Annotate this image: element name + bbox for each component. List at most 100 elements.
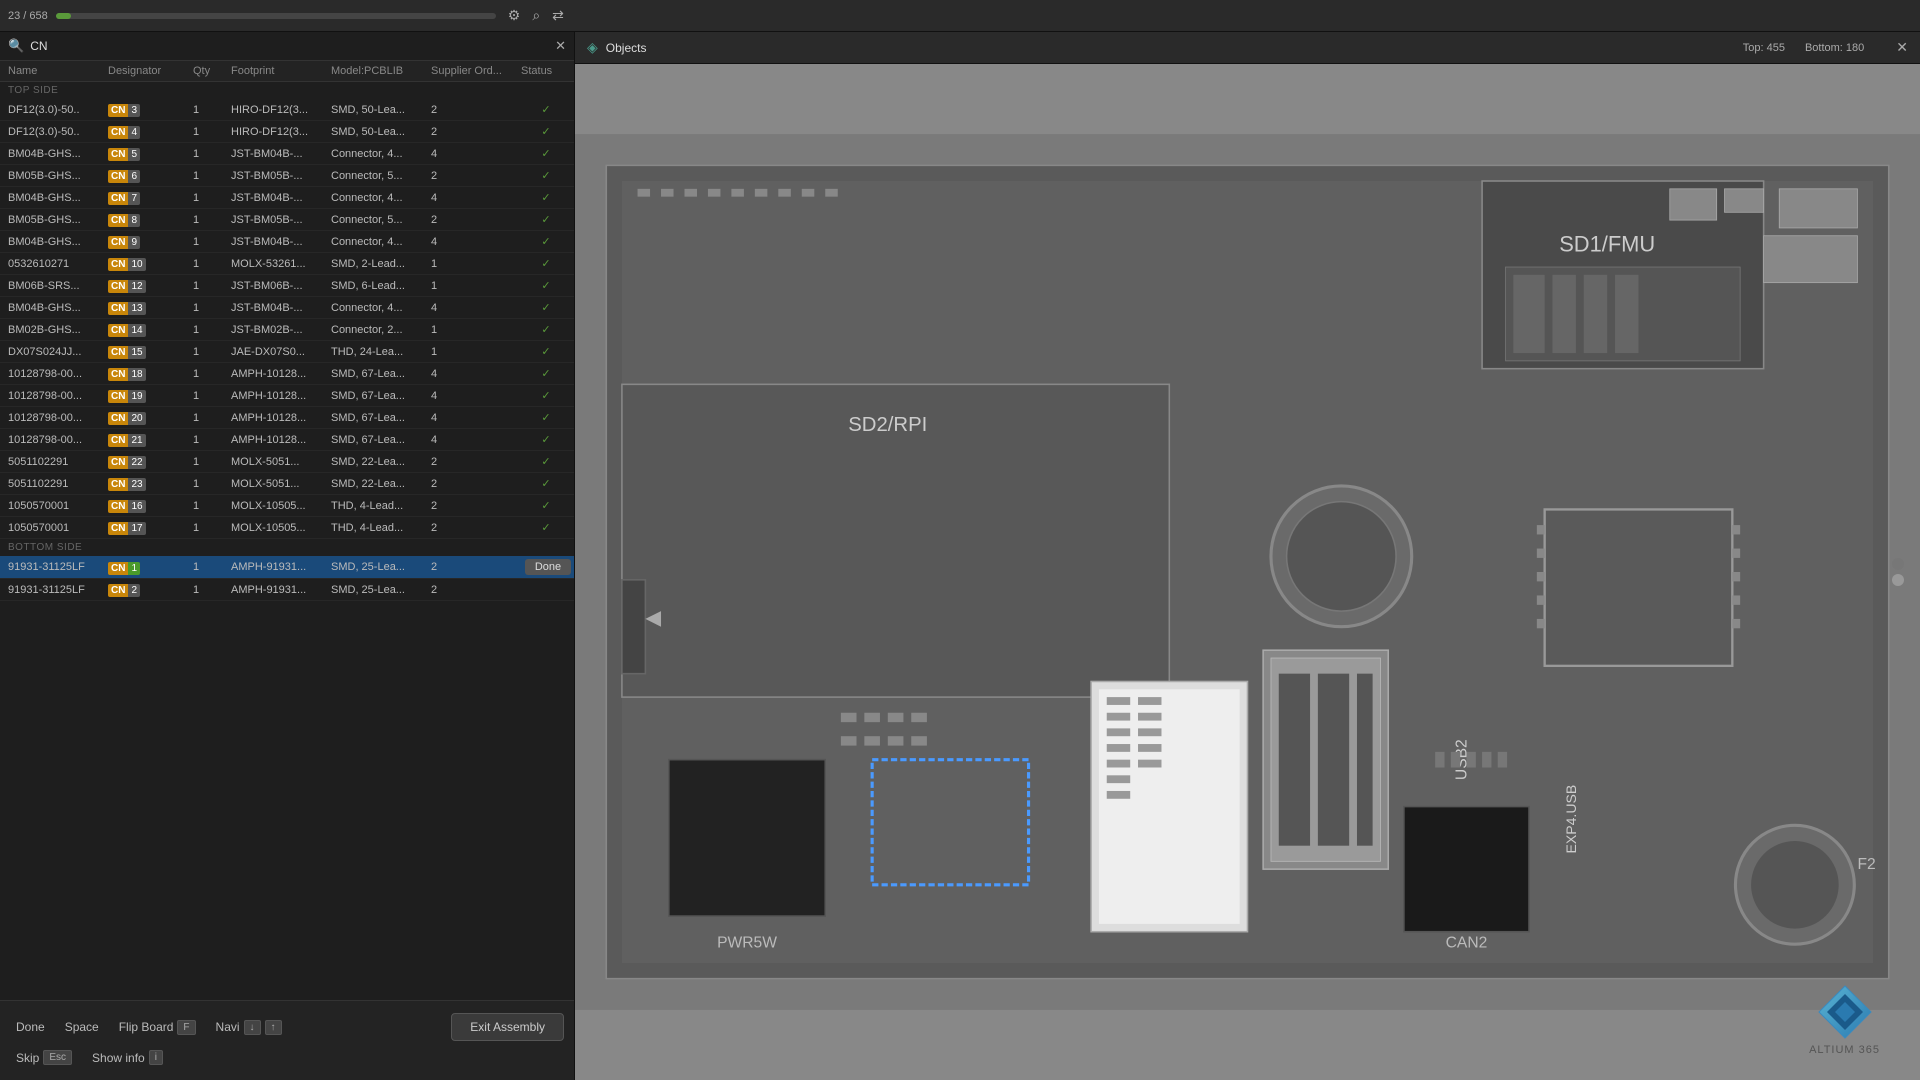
table-row[interactable]: BM04B-GHS...CN131JST-BM04B-...Connector,… [0,297,574,319]
table-row[interactable]: DF12(3.0)-50..CN41HIRO-DF12(3...SMD, 50-… [0,121,574,143]
badge-number: 13 [128,302,145,315]
designator-badge: CN23 [108,478,146,491]
table-row[interactable]: 10128798-00...CN181AMPH-10128...SMD, 67-… [0,363,574,385]
pcb-close-icon[interactable]: ✕ [1896,39,1908,56]
search-input[interactable] [30,39,549,53]
cell-supplier: 2 [431,126,521,138]
cell-designator: CN10 [108,256,193,271]
cell-name: BM04B-GHS... [8,148,108,160]
table-row[interactable]: BM04B-GHS...CN51JST-BM04B-...Connector, … [0,143,574,165]
cell-status: ✓ [521,257,571,270]
header-status: Status [521,65,571,77]
designator-badge: CN18 [108,368,146,381]
cell-model: SMD, 6-Lead... [331,280,431,292]
cell-model: SMD, 25-Lea... [331,561,431,573]
table-row[interactable]: 1050570001CN171MOLX-10505...THD, 4-Lead.… [0,517,574,539]
cell-name: BM06B-SRS... [8,280,108,292]
cell-name: BM04B-GHS... [8,236,108,248]
row-done-button[interactable]: Done [525,559,571,575]
table-row[interactable]: BM04B-GHS...CN71JST-BM04B-...Connector, … [0,187,574,209]
clear-search-icon[interactable]: ✕ [555,38,566,54]
designator-badge: CN13 [108,302,146,315]
top-bar-icons: ⚙ ⌕ ⇄ [508,7,564,24]
show-info-button[interactable]: Show info i [86,1047,169,1068]
cell-status: ✓ [521,477,571,490]
cell-qty: 1 [193,478,231,490]
designator-badge: CN16 [108,500,146,513]
header-qty: Qty [193,65,231,77]
table-row[interactable]: BM05B-GHS...CN81JST-BM05B-...Connector, … [0,209,574,231]
navi-up-key[interactable]: ↑ [265,1020,282,1035]
filter-icon[interactable]: ⇄ [552,7,564,24]
cell-supplier: 2 [431,478,521,490]
table-row[interactable]: 10128798-00...CN201AMPH-10128...SMD, 67-… [0,407,574,429]
skip-button[interactable]: Skip Esc [10,1047,78,1068]
navi-label: Navi [216,1020,240,1034]
table-row[interactable]: 0532610271CN101MOLX-53261...SMD, 2-Lead.… [0,253,574,275]
cell-footprint: HIRO-DF12(3... [231,126,331,138]
settings-icon[interactable]: ⚙ [508,7,521,24]
cell-name: 10128798-00... [8,412,108,424]
cell-footprint: JST-BM06B-... [231,280,331,292]
cell-model: SMD, 67-Lea... [331,390,431,402]
cell-designator: CN3 [108,102,193,117]
cell-supplier: 4 [431,148,521,160]
badge-prefix: CN [108,324,128,337]
cell-qty: 1 [193,412,231,424]
pcb-viewport[interactable]: SD1/FMU [575,64,1920,1080]
cell-designator: CN8 [108,212,193,227]
cell-qty: 1 [193,280,231,292]
table-row[interactable]: BM06B-SRS...CN121JST-BM06B-...SMD, 6-Lea… [0,275,574,297]
cell-name: BM04B-GHS... [8,192,108,204]
svg-text:F2: F2 [1857,856,1875,873]
cell-qty: 1 [193,434,231,446]
done-button[interactable]: Done [10,1017,51,1037]
cell-status: ✓ [521,147,571,160]
table-row[interactable]: 91931-31125LFCN21AMPH-91931...SMD, 25-Le… [0,579,574,601]
cell-designator: CN2 [108,582,193,597]
cell-status: Done [521,559,571,575]
navi-button[interactable]: Navi ↓ ↑ [210,1017,288,1038]
table-row[interactable]: 1050570001CN161MOLX-10505...THD, 4-Lead.… [0,495,574,517]
table-row[interactable]: BM04B-GHS...CN91JST-BM04B-...Connector, … [0,231,574,253]
cell-qty: 1 [193,368,231,380]
cell-qty: 1 [193,522,231,534]
navi-down-key[interactable]: ↓ [244,1020,261,1035]
cell-model: THD, 4-Lead... [331,500,431,512]
cell-designator: CN14 [108,322,193,337]
show-info-label: Show info [92,1051,145,1065]
flip-board-label: Flip Board [119,1020,174,1034]
toolbar-row-2: Skip Esc Show info i [10,1047,564,1068]
badge-number: 8 [128,214,140,227]
svg-text:EXP4.USB: EXP4.USB [1563,785,1579,854]
cell-supplier: 1 [431,280,521,292]
table-row[interactable]: 5051102291CN221MOLX-5051...SMD, 22-Lea..… [0,451,574,473]
table-row[interactable]: 5051102291CN231MOLX-5051...SMD, 22-Lea..… [0,473,574,495]
table-row[interactable]: 91931-31125LFCN11AMPH-91931...SMD, 25-Le… [0,556,574,579]
cell-model: Connector, 4... [331,236,431,248]
table-row[interactable]: BM05B-GHS...CN61JST-BM05B-...Connector, … [0,165,574,187]
exit-assembly-button[interactable]: Exit Assembly [451,1013,564,1041]
badge-prefix: CN [108,584,128,597]
flip-board-button[interactable]: Flip Board F [113,1017,202,1038]
table-row[interactable]: DX07S024JJ...CN151JAE-DX07S0...THD, 24-L… [0,341,574,363]
cell-name: 10128798-00... [8,368,108,380]
table-row[interactable]: DF12(3.0)-50..CN31HIRO-DF12(3...SMD, 50-… [0,99,574,121]
cell-designator: CN21 [108,432,193,447]
pcb-panel-icon: ◈ [587,39,598,56]
space-button[interactable]: Space [59,1017,105,1037]
table-row[interactable]: BM02B-GHS...CN141JST-BM02B-...Connector,… [0,319,574,341]
cell-supplier: 4 [431,434,521,446]
cell-designator: CN17 [108,520,193,535]
cell-designator: CN22 [108,454,193,469]
cell-designator: CN12 [108,278,193,293]
designator-badge: CN17 [108,522,146,535]
badge-prefix: CN [108,562,128,575]
table-row[interactable]: 10128798-00...CN211AMPH-10128...SMD, 67-… [0,429,574,451]
badge-prefix: CN [108,302,128,315]
table-row[interactable]: 10128798-00...CN191AMPH-10128...SMD, 67-… [0,385,574,407]
cell-name: BM05B-GHS... [8,214,108,226]
cell-name: 5051102291 [8,456,108,468]
cell-name: DX07S024JJ... [8,346,108,358]
search-icon[interactable]: ⌕ [532,7,540,24]
